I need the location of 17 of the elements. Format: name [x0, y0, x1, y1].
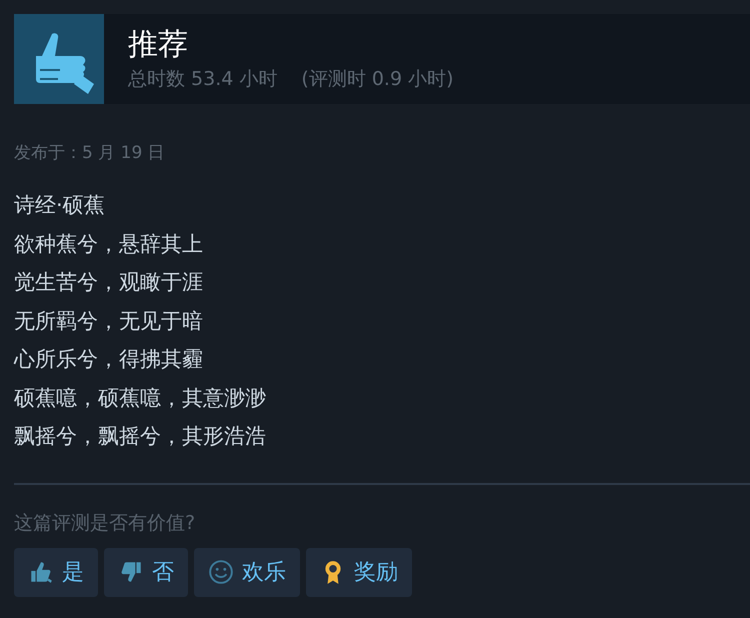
- vote-button[interactable]: 是: [14, 548, 98, 596]
- vote-button[interactable]: 欢乐: [194, 548, 300, 596]
- review-text-line: 诗经·硕蕉: [14, 192, 106, 219]
- review-text-line: 心所乐兮，得拂其霾: [14, 346, 204, 373]
- verdict-title: 推荐: [128, 27, 189, 63]
- review-text-line: 欲种蕉兮，悬辞其上: [14, 230, 204, 258]
- total-hours: 总时数 53.4 小时: [128, 67, 278, 91]
- vote-button[interactable]: 否: [104, 548, 188, 596]
- vote-button[interactable]: 奖励: [306, 548, 412, 596]
- review-text-line: 觉生苦兮，观瞰于涯: [14, 269, 204, 296]
- review-text-line: 飘摇兮，飘摇兮，其形浩浩: [14, 423, 267, 450]
- review-text-line: 硕蕉噫，硕蕉噫，其意渺渺: [14, 384, 267, 412]
- helpful-prompt: 这篇评测是否有价值?: [14, 510, 196, 536]
- smile-icon: [208, 559, 234, 585]
- review-hours: (评测时 0.9 小时): [301, 67, 454, 91]
- review-text-line: 无所羁兮，无见于暗: [14, 308, 204, 334]
- posted-date: 发布于：5 月 19 日: [14, 142, 166, 164]
